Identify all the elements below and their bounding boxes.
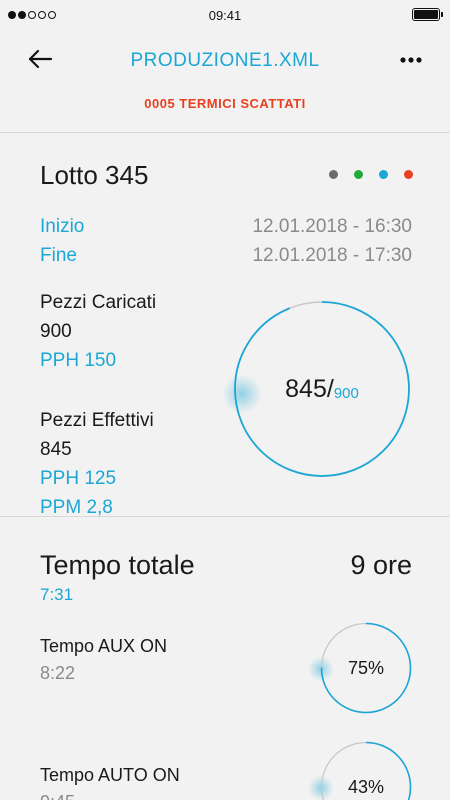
tempo-totale-sub: 7:31	[40, 585, 74, 604]
pezzi-caricati-value: 900	[40, 321, 72, 342]
status-bar: 09:41	[0, 0, 450, 30]
metric-time: 9:45	[40, 792, 180, 800]
ring-main-value: 845/	[285, 374, 334, 403]
inizio-value: 12.01.2018 - 16:30	[252, 216, 412, 237]
inizio-label: Inizio	[40, 216, 85, 237]
tempo-totale-label: Tempo totale	[40, 550, 195, 580]
alert-message: 0005 TERMICI SCATTATI	[144, 96, 306, 111]
status-time: 09:41	[208, 8, 242, 23]
tempo-aux-on: Tempo AUX ON 8:22	[40, 636, 167, 684]
auto-on-percent: 43%	[347, 776, 385, 797]
fine-row: Fine 12.01.2018 - 17:30	[40, 245, 412, 267]
lotto-title: Lotto 345	[40, 160, 149, 190]
blue-status-dot	[379, 170, 388, 179]
red-status-dot	[404, 170, 413, 179]
pezzi-effettivi-ppm: PPM 2,8	[40, 497, 113, 518]
page-title: PRODUZIONE1.XML	[130, 50, 320, 71]
ring-sub-value: 900	[333, 384, 359, 402]
pezzi-effettivi-value: 845	[40, 439, 72, 460]
status-dots	[329, 170, 413, 179]
fine-value: 12.01.2018 - 17:30	[252, 245, 412, 266]
grey-status-dot	[329, 170, 338, 179]
tempo-auto-on: Tempo AUTO ON 9:45	[40, 765, 180, 800]
pezzi-caricati-block: Pezzi Caricati 900 PPH 150	[40, 288, 156, 375]
pezzi-effettivi-pph: PPH 125	[40, 468, 117, 489]
more-dots-icon	[400, 57, 422, 63]
metric-time: 8:22	[40, 663, 76, 683]
divider	[0, 132, 450, 133]
fine-label: Fine	[40, 245, 77, 266]
battery-icon	[412, 8, 443, 21]
inizio-row: Inizio 12.01.2018 - 16:30	[40, 216, 412, 238]
divider	[0, 516, 450, 517]
more-options-button[interactable]	[396, 48, 426, 72]
tempo-totale-value: 9 ore	[350, 550, 412, 580]
aux-on-percent: 75%	[347, 657, 385, 678]
pezzi-ring-label: 845/900	[233, 300, 411, 478]
metric-name: Tempo AUTO ON	[40, 765, 180, 785]
metric-name: Tempo AUX ON	[40, 636, 168, 656]
top-bar: PRODUZIONE1.XML	[0, 40, 450, 80]
pezzi-caricati-pph: PPH 150	[40, 350, 117, 371]
pezzi-effettivi-label: Pezzi Effettivi	[40, 410, 154, 431]
pezzi-effettivi-block: Pezzi Effettivi 845 PPH 125 PPM 2,8	[40, 406, 154, 522]
pezzi-caricati-label: Pezzi Caricati	[40, 292, 157, 313]
green-status-dot	[354, 170, 363, 179]
